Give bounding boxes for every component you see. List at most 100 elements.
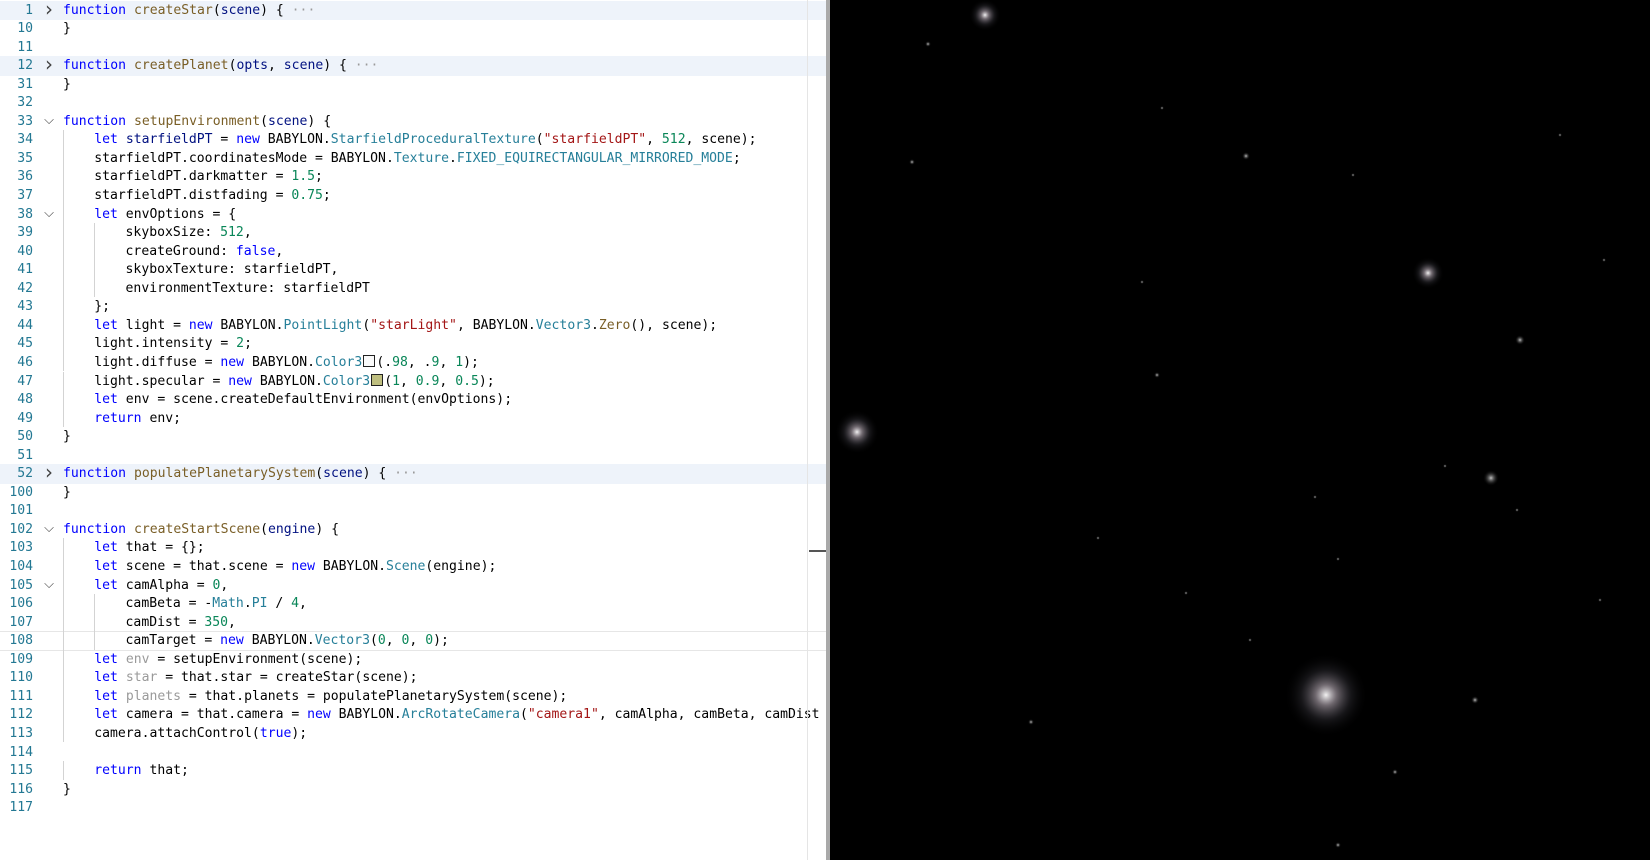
code-line[interactable]: 44 let light = new BABYLON.PointLight("st… xyxy=(0,315,826,336)
star-dot xyxy=(1443,464,1447,468)
code-line[interactable]: 112 let camera = that.camera = new BABYLO… xyxy=(0,705,826,725)
line-number: 115 xyxy=(9,763,33,779)
code-line[interactable]: 12 › function createPlanet(opts, scene) { … xyxy=(0,54,826,76)
fold-collapsed-chevron-icon[interactable]: › xyxy=(38,54,60,76)
indent-guide xyxy=(63,631,64,650)
code-line[interactable]: 31} xyxy=(0,75,826,95)
code-line[interactable]: 40 createGround: false, xyxy=(0,241,826,262)
code-line[interactable]: 41 skyboxTexture: starfieldPT, xyxy=(0,260,826,280)
indent-guide xyxy=(63,761,64,780)
star-dot xyxy=(1471,696,1479,704)
code-line[interactable]: 104 let scene = that.scene = new BABYLON.… xyxy=(0,557,826,577)
code-line[interactable]: 43}; xyxy=(0,297,826,317)
code-line[interactable]: 52 › function populatePlanetarySystem(scen… xyxy=(0,463,826,484)
star-dot xyxy=(1558,133,1562,137)
indent-guide xyxy=(63,557,64,576)
code-line[interactable]: 107 camDist = 350, xyxy=(0,612,826,633)
line-number: 48 xyxy=(17,392,33,408)
code-text: } xyxy=(63,781,71,797)
fold-expanded-chevron-icon[interactable]: ⌵ xyxy=(38,205,60,225)
code-line[interactable]: 102 ⌵ function createStartScene(engine) { xyxy=(0,520,826,540)
code-text: let envOptions = { xyxy=(94,206,237,222)
line-number: 105 xyxy=(9,577,33,593)
code-line[interactable]: 101 xyxy=(0,501,826,521)
code-line[interactable]: 42 environmentTexture: starfieldPT xyxy=(0,278,826,299)
code-line[interactable]: 51 xyxy=(0,446,826,466)
code-text: camBeta = -Math.PI / 4, xyxy=(125,596,307,612)
indent-guide xyxy=(63,241,64,261)
code-line[interactable]: 37 starfieldPT.distfading = 0.75; xyxy=(0,186,826,206)
indent-guide xyxy=(63,408,64,428)
code-text: let env = scene.createDefaultEnvironment… xyxy=(94,392,513,408)
scrollbar-position-marker[interactable] xyxy=(809,550,826,552)
line-number: 1 xyxy=(25,2,33,18)
code-text: } xyxy=(63,76,71,92)
code-line[interactable]: 115 return that; xyxy=(0,761,826,781)
fold-expanded-chevron-icon[interactable]: ⌵ xyxy=(38,576,60,596)
indent-guide xyxy=(94,223,96,242)
code-text: function createStar(scene) { ··· xyxy=(63,2,316,18)
line-number: 100 xyxy=(9,484,33,500)
star-dot xyxy=(925,41,931,47)
glowing-star xyxy=(835,410,879,454)
code-text: light.specular = new BABYLON.Color3 (1, 0… xyxy=(94,373,495,389)
code-line[interactable]: 35 starfieldPT.coordinatesMode = BABYLON.… xyxy=(0,148,826,169)
code-line[interactable]: 10} xyxy=(0,19,826,39)
code-text: let star = that.star = createStar(scene)… xyxy=(94,670,418,686)
render-viewport[interactable] xyxy=(830,0,1650,860)
indent-guide xyxy=(94,260,96,279)
code-line[interactable]: 34 let starfieldPT = new BABYLON.Starfiel… xyxy=(0,130,826,150)
code-editor[interactable]: 1 › function createStar(scene) { ··· 10} 11 1… xyxy=(0,0,826,860)
color-swatch[interactable] xyxy=(371,373,384,386)
indent-guide xyxy=(63,371,64,391)
code-line[interactable]: 47 light.specular = new BABYLON.Color3 (1,… xyxy=(0,371,826,392)
star-dot xyxy=(1602,258,1606,262)
code-line[interactable]: 49 return env; xyxy=(0,408,826,429)
star-dot xyxy=(1160,106,1164,110)
code-line[interactable]: 116} xyxy=(0,780,826,800)
code-line[interactable]: 111 let planets = that.planets = populate… xyxy=(0,686,826,707)
code-line[interactable]: 39 skyboxSize: 512, xyxy=(0,223,826,243)
code-line[interactable]: 113 camera.attachControl(true); xyxy=(0,723,826,744)
code-text: function createPlanet(opts, scene) { ··· xyxy=(63,58,379,74)
code-line[interactable]: 117 xyxy=(0,798,826,818)
code-line[interactable]: 33 ⌵ function setupEnvironment(scene) { xyxy=(0,112,826,132)
code-line[interactable]: 50} xyxy=(0,427,826,447)
code-line[interactable]: 110 let star = that.star = createStar(sce… xyxy=(0,668,826,688)
code-text: skyboxSize: 512, xyxy=(125,225,252,241)
line-number: 102 xyxy=(9,521,33,537)
star-dot xyxy=(1335,842,1341,848)
code-line[interactable]: 11 xyxy=(0,38,826,58)
line-number: 113 xyxy=(9,725,33,741)
code-line[interactable]: 46 light.diffuse = new BABYLON.Color3 (.98… xyxy=(0,352,826,373)
code-line[interactable]: 45 light.intensity = 2; xyxy=(0,334,826,354)
code-text: return that; xyxy=(94,763,189,779)
code-line[interactable]: 38 ⌵ let envOptions = { xyxy=(0,204,826,225)
code-line[interactable]: 32 xyxy=(0,93,826,113)
color-swatch[interactable] xyxy=(363,354,376,367)
code-line[interactable]: 100} xyxy=(0,483,826,503)
indent-guide xyxy=(63,186,64,205)
indent-guide xyxy=(63,649,64,669)
code-text: createGround: false, xyxy=(125,243,284,259)
code-line[interactable]: 109 let env = setupEnvironment(scene); xyxy=(0,649,826,670)
line-number: 107 xyxy=(9,614,33,630)
line-number: 34 xyxy=(17,132,33,148)
code-line[interactable]: 114 xyxy=(0,743,826,763)
line-number: 51 xyxy=(17,447,33,463)
fold-expanded-chevron-icon[interactable]: ⌵ xyxy=(38,112,60,132)
indent-guide xyxy=(63,278,64,298)
code-line[interactable]: 48 let env = scene.createDefaultEnvironme… xyxy=(0,390,826,410)
star-dot xyxy=(1598,598,1602,602)
code-text: function createStartScene(engine) { xyxy=(63,521,339,537)
line-number: 44 xyxy=(17,317,33,333)
code-line[interactable]: 1 › function createStar(scene) { ··· xyxy=(0,0,826,21)
fold-expanded-chevron-icon[interactable]: ⌵ xyxy=(38,520,60,540)
code-line[interactable]: 103 let that = {}; xyxy=(0,538,826,558)
fold-collapsed-chevron-icon[interactable]: › xyxy=(38,0,60,21)
code-line[interactable]: 36 starfieldPT.darkmatter = 1.5; xyxy=(0,167,826,187)
fold-collapsed-chevron-icon[interactable]: › xyxy=(38,463,60,484)
code-line[interactable]: 108 camTarget = new BABYLON.Vector3(0, 0,… xyxy=(0,631,826,651)
code-line[interactable]: 105 ⌵ let camAlpha = 0, xyxy=(0,575,826,596)
code-line[interactable]: 106 camBeta = -Math.PI / 4, xyxy=(0,594,826,614)
